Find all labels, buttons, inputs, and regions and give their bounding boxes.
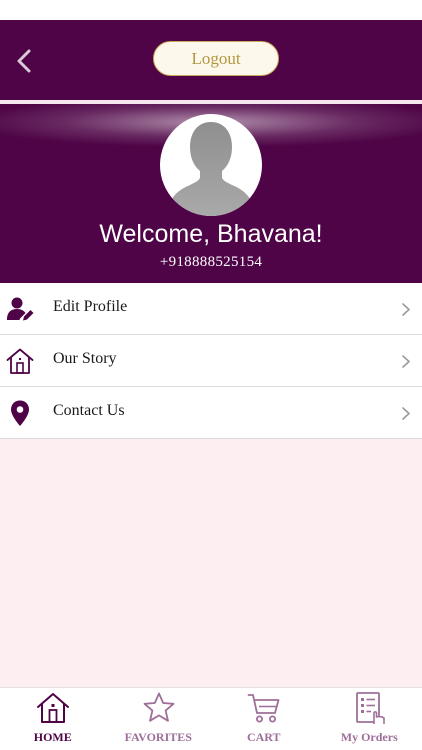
chevron-right-icon — [402, 303, 410, 316]
profile-menu: Edit Profile Our Story Contact Us — [0, 283, 422, 439]
home-icon — [6, 348, 34, 374]
tab-my-orders[interactable]: My Orders — [317, 688, 422, 750]
bottom-tab-bar: HOME FAVORITES CART My Orders — [0, 687, 422, 750]
edit-profile-icon — [7, 297, 34, 321]
menu-item-label: Contact Us — [53, 402, 125, 419]
welcome-text: Welcome, Bhavana! — [99, 220, 323, 248]
phone-number: +918888525154 — [159, 254, 263, 270]
menu-item-label: Edit Profile — [53, 298, 128, 315]
profile-section: Welcome, Bhavana! +918888525154 — [0, 104, 422, 283]
orders-icon — [355, 692, 385, 724]
avatar-placeholder-icon — [166, 122, 256, 216]
tab-label: HOME — [33, 730, 72, 744]
chevron-left-icon — [17, 49, 31, 73]
star-icon — [143, 692, 174, 722]
tab-favorites[interactable]: FAVORITES — [106, 688, 212, 750]
logout-button[interactable]: Logout — [153, 41, 279, 76]
menu-item-edit-profile[interactable]: Edit Profile — [0, 283, 422, 335]
menu-item-contact-us[interactable]: Contact Us — [0, 387, 422, 439]
back-button[interactable] — [12, 46, 38, 76]
avatar — [160, 114, 262, 216]
tab-label: FAVORITES — [124, 730, 192, 744]
location-pin-icon — [11, 400, 29, 426]
chevron-right-icon — [402, 355, 410, 368]
home-icon — [37, 693, 69, 723]
status-bar — [0, 0, 422, 20]
menu-item-label: Our Story — [53, 350, 117, 367]
header-bar: Logout — [0, 20, 422, 100]
tab-home[interactable]: HOME — [0, 688, 106, 750]
chevron-right-icon — [402, 407, 410, 420]
cart-icon — [247, 694, 280, 723]
tab-label: My Orders — [340, 730, 398, 744]
tab-cart[interactable]: CART — [211, 688, 317, 750]
tab-label: CART — [246, 730, 281, 744]
menu-item-our-story[interactable]: Our Story — [0, 335, 422, 387]
